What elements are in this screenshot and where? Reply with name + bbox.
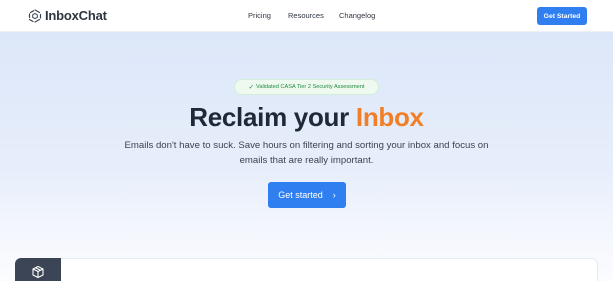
hexagon-logo-icon [28,8,42,23]
headline-accent: Inbox [355,102,424,132]
hero-cta-label: Get started [278,190,323,200]
security-badge: ✓ Validated CASA Tier 2 Security Assessm… [234,79,379,95]
nav-item-changelog[interactable]: Changelog [339,11,375,20]
logo-text: InboxChat [45,8,107,23]
get-started-hero-button[interactable]: Get started › [268,182,346,208]
chevron-right-icon: › [332,190,336,200]
hero-headline: Reclaim your Inbox [0,101,613,133]
security-badge-text: Validated CASA Tier 2 Security Assessmen… [256,84,365,90]
logo[interactable]: InboxChat [28,8,107,23]
hero-subtitle: Emails don't have to suck. Save hours on… [124,140,489,166]
feature-card-icon-box [15,258,61,281]
headline-main: Reclaim your [189,102,349,132]
site-header: InboxChat Pricing Resources Changelog Ge… [0,0,613,32]
feature-card [15,258,598,281]
cube-icon [32,265,44,279]
get-started-header-button[interactable]: Get Started [537,7,587,25]
nav-item-resources[interactable]: Resources [288,11,324,20]
nav-item-pricing[interactable]: Pricing [248,11,271,20]
check-icon: ✓ [248,84,255,91]
